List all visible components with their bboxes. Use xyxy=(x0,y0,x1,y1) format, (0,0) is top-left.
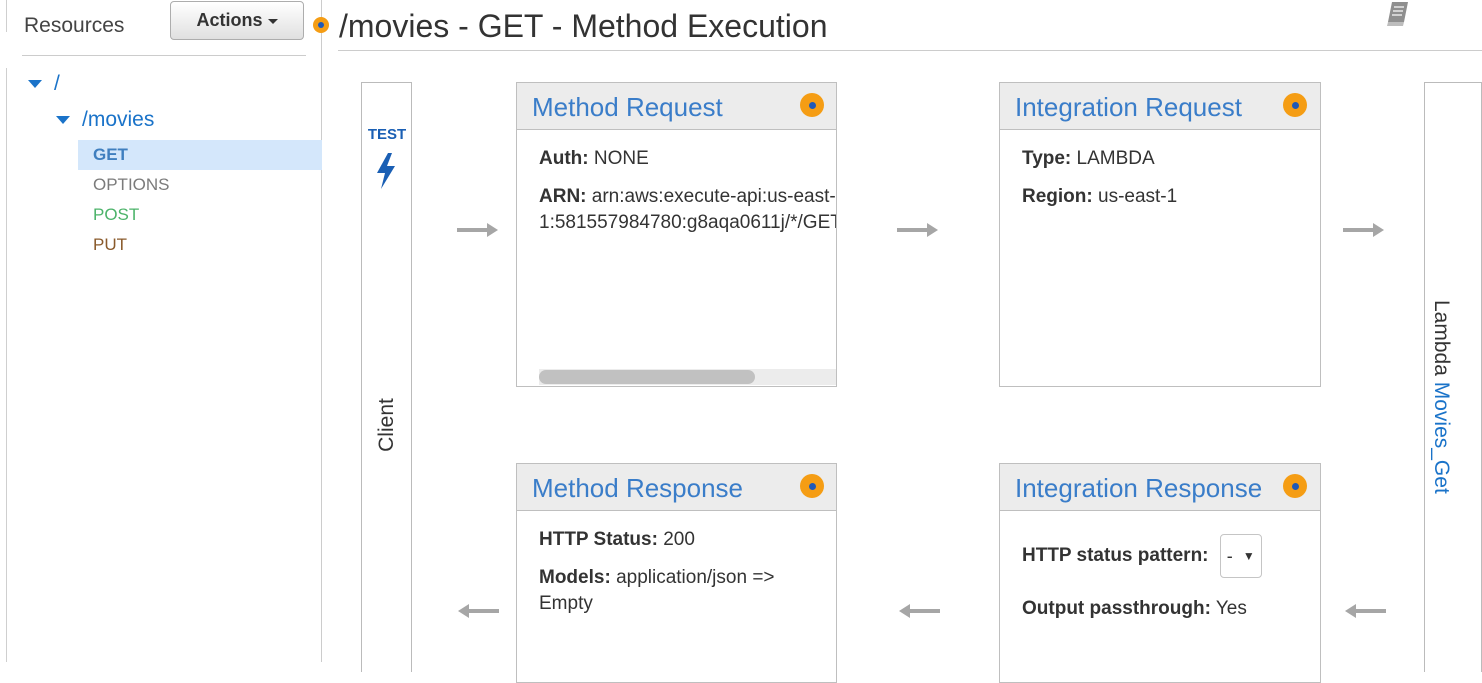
status-pattern-row: HTTP status pattern: - ▼ xyxy=(1022,534,1320,578)
auth-value: NONE xyxy=(593,148,649,169)
card-body: HTTP Status: 200 Models: application/jso… xyxy=(539,527,816,629)
lambda-prefix: Lambda xyxy=(1430,300,1453,376)
arrow-left-icon xyxy=(899,604,940,618)
method-response-card: Method Response HTTP Status: 200 Models:… xyxy=(516,463,837,683)
tree-root-label: / xyxy=(54,72,60,95)
type-row: Type: LAMBDA xyxy=(1022,146,1320,172)
tree-method-get[interactable]: GET xyxy=(78,140,322,170)
info-icon[interactable] xyxy=(313,17,329,33)
info-icon[interactable] xyxy=(800,93,824,117)
test-link[interactable]: TEST xyxy=(362,126,412,143)
arrow-right-icon xyxy=(897,223,938,237)
expand-triangle-icon[interactable] xyxy=(56,116,70,124)
type-label: Type: xyxy=(1022,148,1072,169)
models-label: Models: xyxy=(539,567,611,588)
method-response-link[interactable]: Method Response xyxy=(532,473,743,504)
status-pattern-value: - xyxy=(1226,546,1233,566)
method-request-card: Method Request Auth: NONE ARN: arn:aws:e… xyxy=(516,82,837,387)
output-passthrough-label: Output passthrough: xyxy=(1022,598,1211,619)
tree-resource-movies[interactable]: /movies xyxy=(56,108,154,132)
lambda-function-link[interactable]: Movies_Get xyxy=(1430,382,1453,494)
divider xyxy=(22,55,306,56)
card-header: Method Request xyxy=(517,83,836,130)
card-body: HTTP status pattern: - ▼ Output passthro… xyxy=(1022,534,1320,634)
card-body: Type: LAMBDA Region: us-east-1 xyxy=(1022,146,1320,222)
scrollbar-thumb[interactable] xyxy=(539,370,755,384)
resources-title: Resources xyxy=(24,14,125,37)
auth-row: Auth: NONE xyxy=(539,146,836,172)
arrow-right-icon xyxy=(1343,223,1384,237)
card-header: Integration Request xyxy=(1000,83,1320,130)
status-pattern-select[interactable]: - ▼ xyxy=(1219,534,1262,578)
http-status-label: HTTP Status: xyxy=(539,529,658,550)
type-value: LAMBDA xyxy=(1076,148,1155,169)
panel-edge xyxy=(0,68,7,662)
info-icon[interactable] xyxy=(800,474,824,498)
card-header: Method Response xyxy=(517,464,836,511)
tree-root[interactable]: / xyxy=(28,72,60,96)
card-header: Integration Response xyxy=(1000,464,1320,511)
panel-edge xyxy=(0,0,7,32)
tree-resource-label: /movies xyxy=(82,108,155,131)
http-status-row: HTTP Status: 200 xyxy=(539,527,816,553)
arrow-right-icon xyxy=(457,223,498,237)
region-value: us-east-1 xyxy=(1098,186,1178,207)
page-title: /movies - GET - Method Execution xyxy=(339,8,828,44)
horizontal-scrollbar[interactable] xyxy=(539,369,836,385)
lambda-label: Lambda Movies_Get xyxy=(1429,300,1453,494)
panel-divider xyxy=(321,0,322,662)
integration-response-card: Integration Response HTTP status pattern… xyxy=(999,463,1321,683)
status-pattern-label: HTTP status pattern: xyxy=(1022,545,1209,567)
arrow-left-icon xyxy=(458,604,499,618)
lightning-bolt-icon[interactable] xyxy=(372,152,400,195)
arn-label: ARN: xyxy=(539,186,587,207)
integration-request-card: Integration Request Type: LAMBDA Region:… xyxy=(999,82,1321,387)
actions-label: Actions xyxy=(196,10,263,30)
region-row: Region: us-east-1 xyxy=(1022,184,1320,210)
expand-triangle-icon[interactable] xyxy=(28,80,42,88)
arrow-left-icon xyxy=(1345,604,1386,618)
region-label: Region: xyxy=(1022,186,1093,207)
auth-label: Auth: xyxy=(539,148,589,169)
models-row: Models: application/json => Empty xyxy=(539,565,816,617)
caret-down-icon xyxy=(267,19,278,24)
book-icon[interactable] xyxy=(1383,0,1413,33)
card-body: Auth: NONE ARN: arn:aws:execute-api:us-e… xyxy=(539,146,836,248)
output-passthrough-value: Yes xyxy=(1215,598,1247,619)
output-passthrough-row: Output passthrough: Yes xyxy=(1022,596,1320,622)
tree-method-post[interactable]: POST xyxy=(78,200,322,230)
method-request-link[interactable]: Method Request xyxy=(532,92,723,123)
chevron-down-icon: ▼ xyxy=(1242,549,1255,563)
client-label: Client xyxy=(375,398,398,452)
http-status-value: 200 xyxy=(663,529,695,550)
arn-row: ARN: arn:aws:execute-api:us-east-1:58155… xyxy=(539,184,836,236)
integration-response-link[interactable]: Integration Response xyxy=(1015,473,1262,504)
info-icon[interactable] xyxy=(1283,93,1307,117)
tree-method-options[interactable]: OPTIONS xyxy=(78,170,322,200)
tree-method-put[interactable]: PUT xyxy=(78,230,322,260)
integration-request-link[interactable]: Integration Request xyxy=(1015,92,1242,123)
info-icon[interactable] xyxy=(1283,474,1307,498)
header-divider xyxy=(338,50,1482,51)
actions-button[interactable]: Actions xyxy=(170,1,304,40)
